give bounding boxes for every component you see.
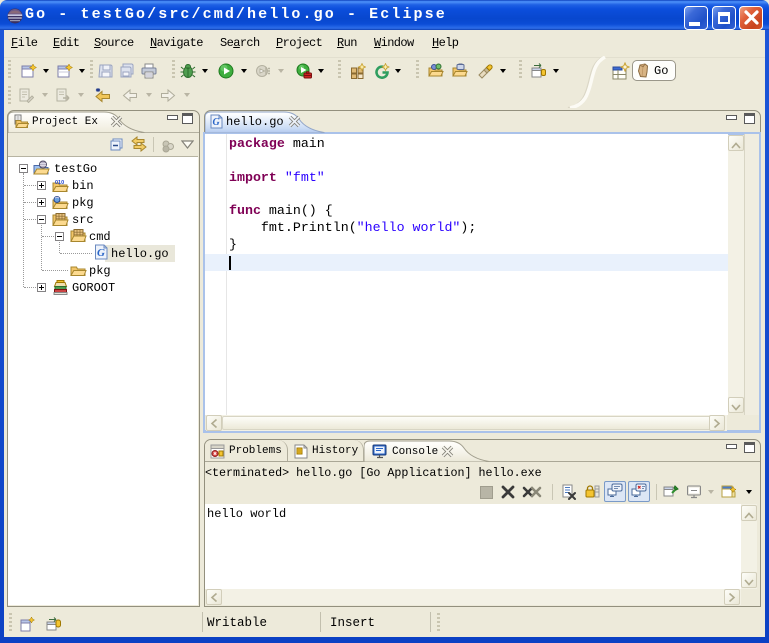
svg-text:G: G [97,247,105,259]
svg-text:010: 010 [55,180,64,186]
svg-text:G: G [213,117,221,128]
